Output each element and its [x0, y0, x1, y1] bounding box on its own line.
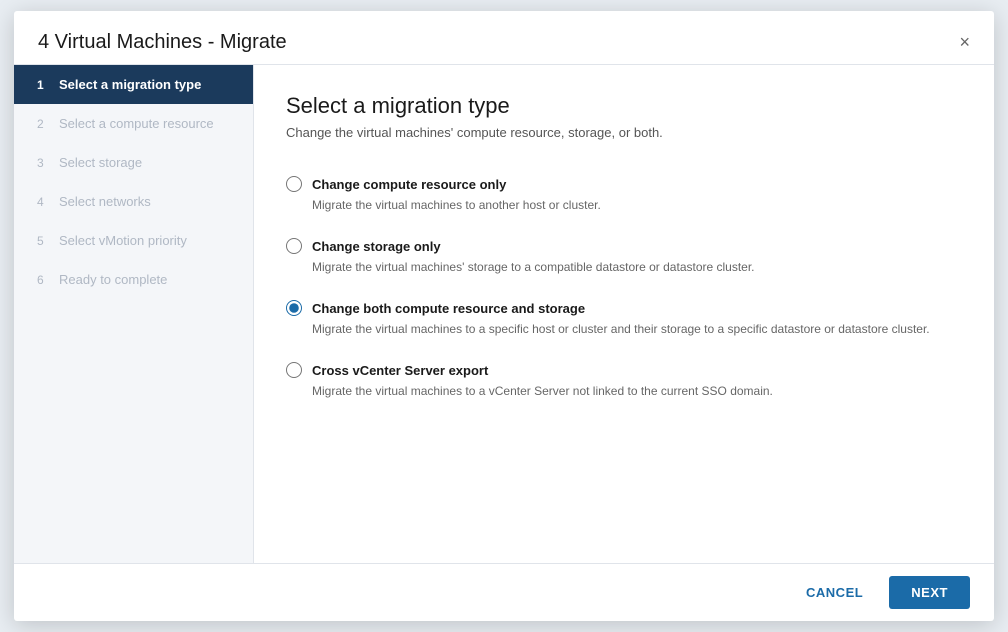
option-desc-both: Migrate the virtual machines to a specif…: [312, 320, 962, 338]
sidebar-item-5: 5 Select vMotion priority: [14, 221, 253, 260]
sidebar-item-4: 4 Select networks: [14, 182, 253, 221]
option-desc-storage: Migrate the virtual machines' storage to…: [312, 258, 962, 276]
option-label-row: Change storage only: [286, 238, 962, 254]
option-compute: Change compute resource only Migrate the…: [286, 164, 962, 226]
dialog-footer: CANCEL NEXT: [14, 563, 994, 621]
sidebar-item-2: 2 Select a compute resource: [14, 104, 253, 143]
option-title-storage: Change storage only: [312, 239, 441, 254]
option-title-compute: Change compute resource only: [312, 177, 506, 192]
sidebar-item-3: 3 Select storage: [14, 143, 253, 182]
option-desc-compute: Migrate the virtual machines to another …: [312, 196, 962, 214]
option-storage: Change storage only Migrate the virtual …: [286, 226, 962, 288]
options-list: Change compute resource only Migrate the…: [286, 164, 962, 412]
sidebar-item-label: Select a compute resource: [59, 116, 214, 131]
radio-storage[interactable]: [286, 238, 302, 254]
dialog-header: 4 Virtual Machines - Migrate ×: [14, 11, 994, 65]
option-both: Change both compute resource and storage…: [286, 288, 962, 350]
next-button[interactable]: NEXT: [889, 576, 970, 609]
radio-compute[interactable]: [286, 176, 302, 192]
sidebar-item-1[interactable]: 1 Select a migration type: [14, 65, 253, 104]
close-button[interactable]: ×: [959, 33, 970, 51]
migrate-dialog: 4 Virtual Machines - Migrate × 1 Select a…: [14, 11, 994, 621]
option-title-both: Change both compute resource and storage: [312, 301, 585, 316]
sidebar-item-6: 6 Ready to complete: [14, 260, 253, 299]
dialog-title: 4 Virtual Machines - Migrate: [38, 31, 287, 54]
main-content: Select a migration type Change the virtu…: [254, 65, 994, 563]
option-desc-crossvcenter: Migrate the virtual machines to a vCente…: [312, 382, 962, 400]
main-subtitle: Change the virtual machines' compute res…: [286, 125, 962, 140]
radio-both[interactable]: [286, 300, 302, 316]
sidebar-item-label: Select networks: [59, 194, 151, 209]
radio-crossvcenter[interactable]: [286, 362, 302, 378]
step-number: 4: [37, 195, 51, 209]
step-number: 1: [37, 78, 51, 92]
sidebar: 1 Select a migration type 2 Select a comput…: [14, 65, 254, 563]
option-label-row: Change both compute resource and storage: [286, 300, 962, 316]
option-title-crossvcenter: Cross vCenter Server export: [312, 363, 488, 378]
step-number: 5: [37, 234, 51, 248]
step-number: 3: [37, 156, 51, 170]
sidebar-item-label: Select vMotion priority: [59, 233, 187, 248]
option-crossvcenter: Cross vCenter Server export Migrate the …: [286, 350, 962, 412]
sidebar-item-label: Ready to complete: [59, 272, 167, 287]
option-label-row: Change compute resource only: [286, 176, 962, 192]
sidebar-item-label: Select storage: [59, 155, 142, 170]
main-title: Select a migration type: [286, 93, 962, 119]
option-label-row: Cross vCenter Server export: [286, 362, 962, 378]
step-number: 2: [37, 117, 51, 131]
cancel-button[interactable]: CANCEL: [792, 577, 877, 608]
sidebar-item-label: Select a migration type: [59, 77, 201, 92]
dialog-body: 1 Select a migration type 2 Select a comput…: [14, 65, 994, 563]
step-number: 6: [37, 273, 51, 287]
